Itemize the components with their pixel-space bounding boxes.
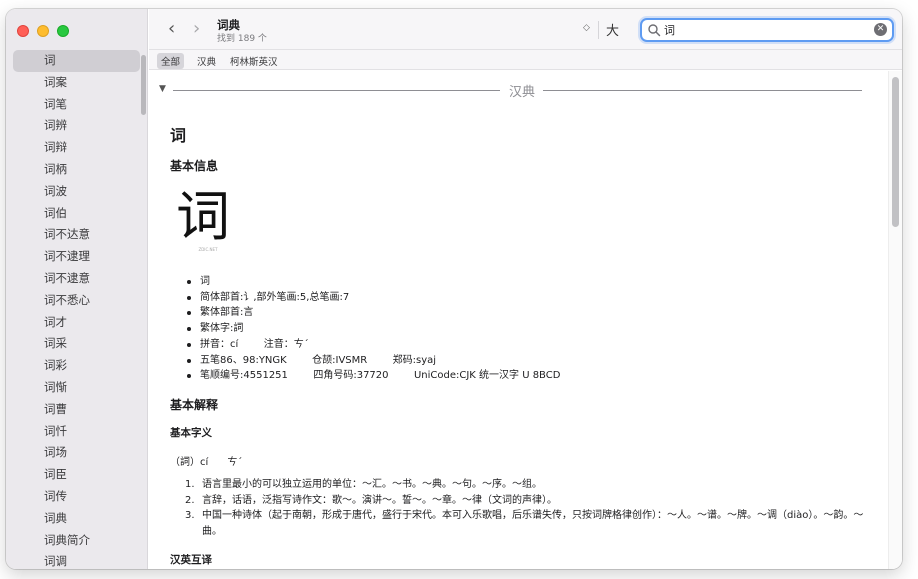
window-controls — [17, 25, 69, 37]
scope-all[interactable]: 全部 — [157, 53, 185, 69]
scope-bar: 全部 汉典 柯林斯英汉 — [149, 50, 902, 70]
divider — [173, 90, 500, 91]
divider — [543, 90, 862, 91]
result-item[interactable]: 词不逮意 — [13, 268, 140, 290]
result-item[interactable]: 词曹 — [13, 399, 140, 421]
minimize-window-button[interactable] — [37, 25, 49, 37]
result-item[interactable]: 词辩 — [13, 137, 140, 159]
result-item[interactable]: 词传 — [13, 486, 140, 508]
result-item[interactable]: 词采 — [13, 333, 140, 355]
sidebar: 词 词案 词笔 词辨 词辩 词柄 词波 词伯 词不达意 词不逮理 词不逮意 词不… — [6, 9, 148, 569]
result-item[interactable]: 词伯 — [13, 203, 140, 225]
result-item[interactable]: 词 — [13, 50, 140, 72]
content-scrollbar[interactable] — [888, 71, 902, 569]
result-item[interactable]: 词场 — [13, 442, 140, 464]
forward-button[interactable]: › — [193, 20, 200, 38]
result-item[interactable]: 词不悉心 — [13, 290, 140, 312]
definition-text: 言辞，话语，泛指写诗作文：歌～。演讲～。誓～。～章。～律（文词的声律）。 — [202, 494, 557, 506]
definition-item: 2. 言辞，话语，泛指写诗作文：歌～。演讲～。誓～。～章。～律（文词的声律）。 — [185, 493, 875, 509]
result-item[interactable]: 词案 — [13, 72, 140, 94]
close-window-button[interactable] — [17, 25, 29, 37]
content-scroll-thumb[interactable] — [892, 77, 899, 227]
search-field[interactable]: ✕ — [640, 18, 894, 42]
pronunciation: （詞）cí ㄘˊ — [170, 457, 243, 468]
result-item[interactable]: 词惭 — [13, 377, 140, 399]
info-item: 拼音：cí 注音：ㄘˊ — [186, 337, 560, 353]
clear-search-icon[interactable]: ✕ — [874, 23, 887, 36]
result-item[interactable]: 词臣 — [13, 464, 140, 486]
back-button[interactable]: ‹ — [168, 20, 175, 38]
definition-item: 1. 语言里最小的可以独立运用的单位：～汇。～书。～典。～句。～序。～组。 — [185, 477, 875, 493]
scope-handian[interactable]: 汉典 — [193, 53, 220, 69]
text-size-button[interactable]: 大 — [606, 20, 619, 39]
dictionary-window: 词 词案 词笔 词辨 词辩 词柄 词波 词伯 词不达意 词不逮理 词不逮意 词不… — [6, 9, 902, 569]
result-item[interactable]: 词忏 — [13, 421, 140, 443]
result-item[interactable]: 词彩 — [13, 355, 140, 377]
section-label: 汉典 — [509, 85, 536, 100]
character-image: 词 ZDIC.NET — [176, 187, 240, 259]
result-item[interactable]: 词调 — [13, 551, 140, 569]
result-item[interactable]: 词波 — [13, 181, 140, 203]
info-item: 五笔86、98:YNGK 仓颉:IVSMR 郑码:syaj — [186, 353, 560, 369]
definition-list: 1. 语言里最小的可以独立运用的单位：～汇。～书。～典。～句。～序。～组。 2.… — [185, 477, 875, 539]
search-input[interactable] — [664, 22, 864, 38]
info-item: 笔顺编号:4551251 四角号码:37720 UniCode:CJK 统一汉字… — [186, 368, 560, 384]
chinese-english-heading: 汉英互译 — [170, 554, 212, 566]
character-glyph: 词 — [176, 185, 230, 248]
result-item[interactable]: 词辨 — [13, 115, 140, 137]
result-item[interactable]: 词才 — [13, 312, 140, 334]
explanation-heading: 基本解释 — [170, 398, 219, 412]
basic-info-heading: 基本信息 — [170, 159, 219, 173]
toolbar-divider — [598, 21, 599, 39]
result-item[interactable]: 词不逮理 — [13, 246, 140, 268]
info-item: 繁体字:詞 — [186, 321, 560, 337]
result-item[interactable]: 词不达意 — [13, 224, 140, 246]
info-item: 简体部首:讠,部外笔画:5,总笔画:7 — [186, 290, 560, 306]
result-list: 词 词案 词笔 词辨 词辩 词柄 词波 词伯 词不达意 词不逮理 词不逮意 词不… — [6, 50, 148, 569]
headword: 词 — [170, 126, 187, 145]
character-meaning-heading: 基本字义 — [170, 427, 212, 439]
definition-number: 2. — [185, 494, 195, 506]
result-item[interactable]: 词典简介 — [13, 530, 140, 552]
info-item: 繁体部首:言 — [186, 305, 560, 321]
dictionary-section-header: ▼ 汉典 — [159, 83, 862, 100]
definition-text: 中国一种诗体（起于南朝，形成于唐代，盛行于宋代。本可入乐歌唱，后乐谱失传，只按词… — [202, 510, 864, 537]
result-item[interactable]: 词笔 — [13, 94, 140, 116]
definition-item: 3. 中国一种诗体（起于南朝，形成于唐代，盛行于宋代。本可入乐歌唱，后乐谱失传，… — [185, 508, 875, 539]
definition-number: 3. — [185, 510, 195, 521]
font-size-icon[interactable]: ◇ — [583, 23, 590, 33]
info-item: 词 — [186, 274, 560, 290]
definition-text: 语言里最小的可以独立运用的单位：～汇。～书。～典。～句。～序。～组。 — [202, 479, 542, 490]
disclosure-triangle-icon[interactable]: ▼ — [159, 84, 166, 94]
sidebar-scrollbar[interactable] — [141, 55, 146, 115]
result-item[interactable]: 词典 — [13, 508, 140, 530]
scope-collins[interactable]: 柯林斯英汉 — [226, 53, 282, 69]
basic-info-list: 词 简体部首:讠,部外笔画:5,总笔画:7 繁体部首:言 繁体字:詞 拼音：cí… — [186, 274, 560, 384]
search-icon — [648, 24, 661, 37]
toolbar: ‹ › 词典 找到 189 个 ◇ 大 ✕ — [149, 9, 902, 50]
definition-number: 1. — [185, 479, 195, 490]
result-count: 找到 189 个 — [217, 34, 267, 44]
zoom-window-button[interactable] — [57, 25, 69, 37]
result-item[interactable]: 词柄 — [13, 159, 140, 181]
entry-content: ▼ 汉典 词 基本信息 词 ZDIC.NET 词 简体部首:讠,部外笔画:5,总… — [149, 71, 902, 569]
